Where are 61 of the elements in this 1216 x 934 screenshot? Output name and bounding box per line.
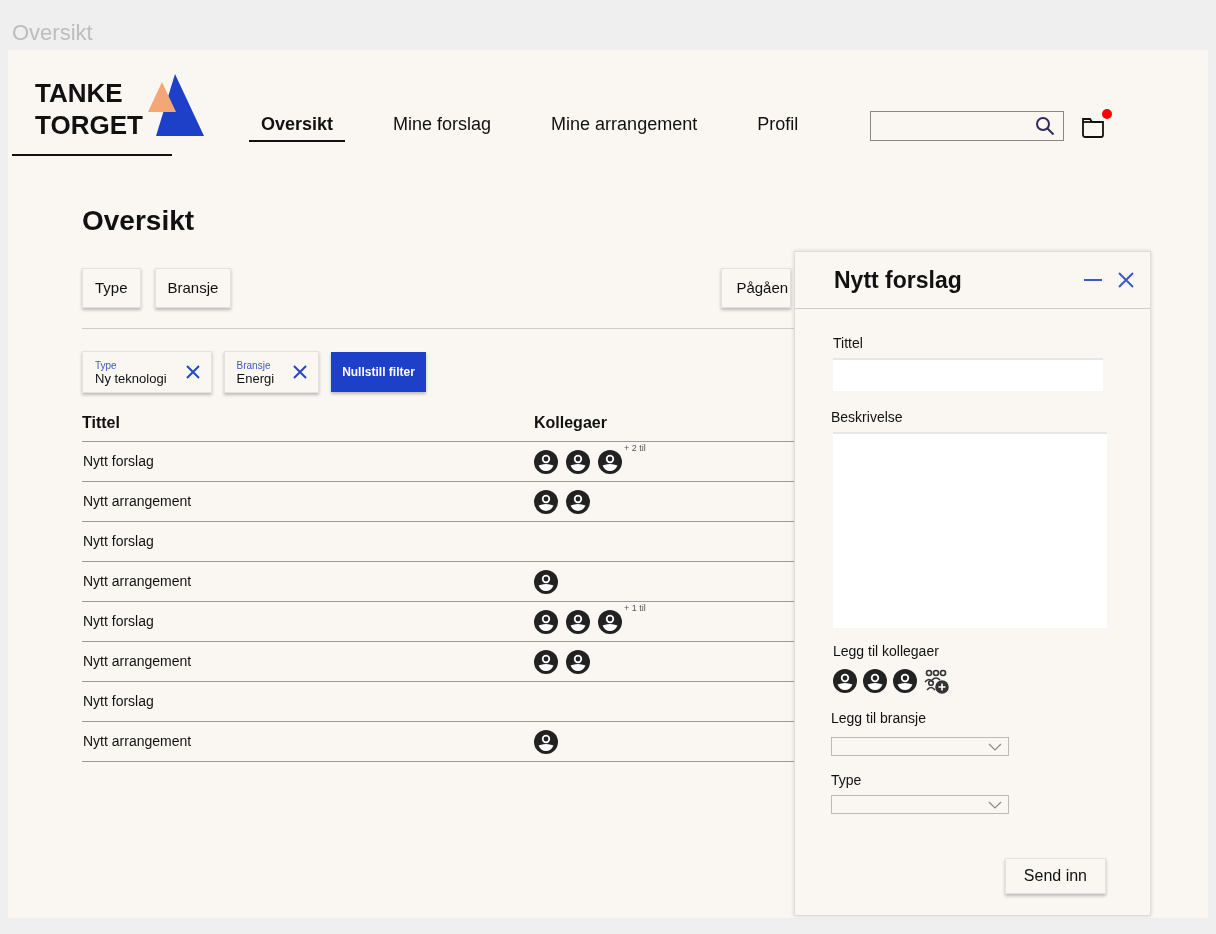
logo-text: TANKE [35, 77, 124, 109]
title-input[interactable] [833, 358, 1103, 391]
user-avatar-icon [534, 609, 558, 634]
table-cell-text: Nytt forslag [82, 692, 155, 711]
close-icon[interactable] [1118, 272, 1134, 288]
table-cell-text: Nytt forslag [82, 452, 155, 471]
more-count: + 2 til [624, 441, 646, 455]
triangles-icon [148, 74, 204, 138]
column-header: Kollegaer [534, 413, 607, 433]
more-count: + 1 til [624, 601, 646, 615]
reset-filter-button[interactable]: Nullstill filter [331, 352, 426, 392]
user-avatar-icon [534, 489, 558, 514]
user-avatar-icon [566, 489, 590, 514]
submit-button[interactable]: Send inn [1004, 858, 1106, 894]
field-label: Tittel [833, 334, 864, 353]
search-field[interactable] [870, 111, 1065, 141]
table-cell-text: Nytt arrangement [82, 492, 193, 511]
close-icon[interactable] [292, 364, 309, 380]
table-cell-text: Nytt arrangement [82, 572, 193, 591]
column-header: Tittel [82, 413, 121, 433]
nav-link[interactable]: Mine arrangement [539, 110, 710, 142]
user-avatar-icon [598, 449, 622, 474]
nav-link[interactable]: Oversikt [249, 110, 346, 142]
panel-title: Nytt forslag [834, 265, 963, 295]
user-avatar-icon [534, 649, 558, 674]
table-cell-text: Nytt forslag [82, 532, 155, 551]
chip-label: Bransje [236, 359, 272, 372]
search-icon [1035, 116, 1056, 136]
nav-link[interactable]: Mine forslag [381, 110, 504, 142]
chip-label: Type [95, 359, 118, 372]
field-label: Legg til bransje [831, 709, 927, 728]
user-avatar-icon [566, 609, 590, 634]
user-avatar-icon [566, 449, 590, 474]
minimize-icon[interactable] [1084, 278, 1102, 282]
user-avatar-icon [863, 669, 887, 693]
chevron-down-icon [988, 800, 1002, 809]
status-button[interactable]: Pågåen [721, 268, 792, 308]
chip-value: Ny teknologi [95, 372, 167, 385]
chevron-down-icon [988, 742, 1002, 751]
user-avatar-icon [534, 729, 558, 754]
description-input[interactable] [833, 432, 1107, 628]
filter-button[interactable]: Bransje [154, 268, 232, 308]
user-avatar-icon [893, 669, 917, 693]
add-people-icon[interactable] [923, 668, 949, 694]
page-title: Oversikt [82, 204, 196, 238]
field-label: Legg til kollegaer [833, 642, 940, 661]
table-cell-text: Nytt arrangement [82, 732, 193, 751]
table-cell-text: Nytt forslag [82, 612, 155, 631]
user-avatar-icon [534, 449, 558, 474]
field-label: Beskrivelse [831, 408, 904, 427]
logo-text: TORGET [35, 109, 143, 141]
filter-button[interactable]: Type [82, 268, 141, 308]
table-cell-text: Nytt arrangement [82, 652, 193, 671]
nav-link[interactable]: Profil [745, 110, 811, 142]
user-avatar-icon [833, 669, 857, 693]
close-icon[interactable] [184, 364, 201, 380]
user-avatar-icon [534, 569, 558, 594]
chip-value: Energi [236, 372, 275, 385]
user-avatar-icon [598, 609, 622, 634]
field-label: Type [831, 771, 863, 790]
user-avatar-icon [566, 649, 590, 674]
